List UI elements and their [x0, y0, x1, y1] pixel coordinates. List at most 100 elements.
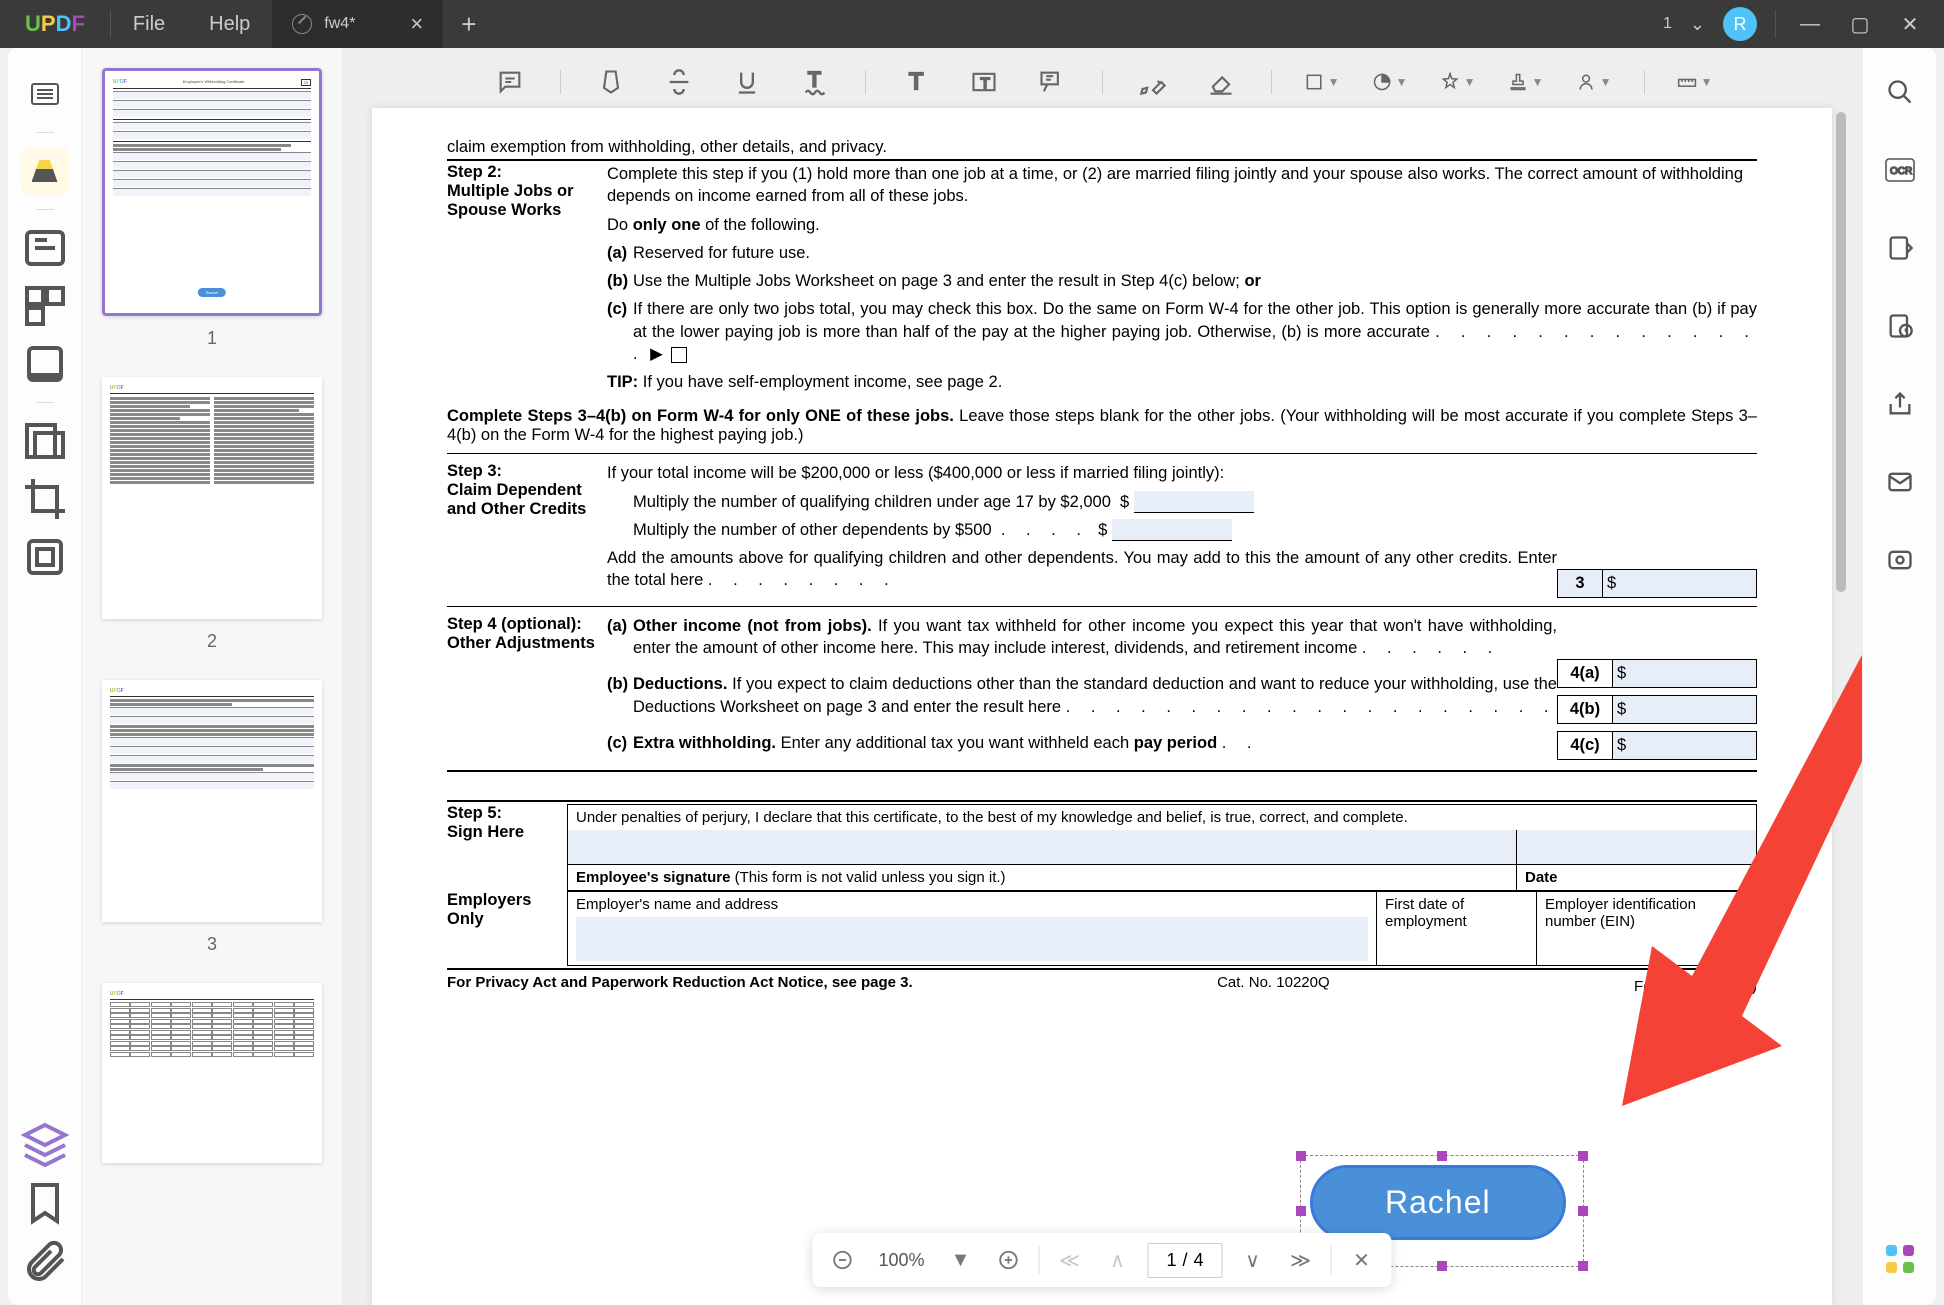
step3-title: Step 3: — [447, 462, 599, 481]
step3-amount2[interactable] — [1112, 519, 1232, 541]
organize-tool-icon[interactable] — [21, 282, 69, 330]
shape-tool-icon[interactable]: ▼ — [1304, 64, 1340, 100]
bookmark-icon[interactable] — [21, 1179, 69, 1227]
sticker-tool-icon[interactable]: ▼ — [1372, 64, 1408, 100]
page-view[interactable]: claim exemption from withholding, other … — [372, 108, 1832, 1305]
step4-b: (b)Deductions. If you expect to claim de… — [607, 673, 1557, 718]
box-4a-value[interactable]: $ — [1613, 659, 1757, 688]
protect-icon[interactable] — [1882, 308, 1918, 344]
step3-amount1[interactable] — [1134, 491, 1254, 513]
apps-icon[interactable] — [1882, 1241, 1918, 1277]
thumbnail-page-4[interactable]: UPDF — [102, 983, 322, 1163]
text-tool-icon[interactable]: T — [898, 64, 934, 100]
strikethrough-tool-icon[interactable] — [661, 64, 697, 100]
search-icon[interactable] — [1882, 74, 1918, 110]
convert-icon[interactable] — [1882, 230, 1918, 266]
resize-handle-mr[interactable] — [1578, 1206, 1588, 1216]
close-nav-button[interactable]: ✕ — [1344, 1242, 1380, 1278]
resize-handle-tl[interactable] — [1296, 1151, 1306, 1161]
zoom-out-button[interactable] — [824, 1242, 860, 1278]
step4-a: (a)Other income (not from jobs). If you … — [607, 615, 1557, 660]
stamp2-tool-icon[interactable]: ▼ — [1508, 64, 1544, 100]
resize-handle-ml[interactable] — [1296, 1206, 1306, 1216]
stamp-tool-icon[interactable]: ▼ — [1440, 64, 1476, 100]
redact-tool-icon[interactable] — [21, 417, 69, 465]
doc-scrollbar[interactable] — [1836, 112, 1846, 592]
help-menu[interactable]: Help — [187, 13, 272, 36]
highlighter-tool-icon[interactable] — [21, 147, 69, 195]
stamp-preview: Rachel — [198, 288, 226, 297]
thumbnail-page-2[interactable]: UPDF — [102, 377, 322, 619]
thumbnail-panel: UPDFEmployee's Withholding Certificate23… — [82, 48, 342, 1305]
ocr-icon[interactable]: OCR — [1882, 152, 1918, 188]
highlight-tool-icon[interactable] — [593, 64, 629, 100]
ein-label: Employer identification number (EIN) — [1537, 891, 1757, 965]
close-window-button[interactable]: ✕ — [1894, 12, 1926, 37]
tab-title: fw4* — [324, 15, 355, 33]
layers-icon[interactable] — [21, 1121, 69, 1169]
thumbnail-page-3[interactable]: UPDF — [102, 680, 322, 922]
comment-tool-icon[interactable] — [492, 64, 528, 100]
chevron-down-icon[interactable]: ⌄ — [1690, 14, 1705, 35]
squiggly-tool-icon[interactable]: T — [797, 64, 833, 100]
document-tab[interactable]: fw4* × — [272, 0, 443, 48]
box-4b-value[interactable]: $ — [1613, 695, 1757, 724]
zoom-dropdown-icon[interactable]: ▼ — [943, 1242, 979, 1278]
thumb-label-3: 3 — [102, 934, 322, 955]
resize-handle-bc[interactable] — [1437, 1261, 1447, 1271]
svg-text:OCR: OCR — [1890, 166, 1912, 177]
document-area: T T T ▼ ▼ ▼ ▼ ▼ ▼ claim exemption from w… — [342, 48, 1862, 1305]
underline-tool-icon[interactable] — [729, 64, 765, 100]
box-3-value[interactable]: $ — [1603, 569, 1757, 598]
last-page-button[interactable]: ≫ — [1283, 1242, 1319, 1278]
stamp-object[interactable]: Rachel — [1310, 1165, 1566, 1240]
right-sidebar: OCR — [1862, 48, 1936, 1305]
reader-tool-icon[interactable] — [21, 70, 69, 118]
page-badge[interactable]: 1 — [1663, 15, 1672, 33]
step2c-checkbox[interactable] — [671, 347, 687, 363]
resize-handle-tr[interactable] — [1578, 1151, 1588, 1161]
box-4c-value[interactable]: $ — [1613, 731, 1757, 760]
signature-tool-icon[interactable]: ▼ — [1576, 64, 1612, 100]
thumb-label-1: 1 — [102, 328, 322, 349]
fill-tool-icon[interactable] — [21, 340, 69, 388]
attachment-icon[interactable] — [21, 1237, 69, 1285]
svg-text:T: T — [980, 75, 989, 92]
save-icon[interactable] — [1882, 542, 1918, 578]
crop-tool-icon[interactable] — [21, 475, 69, 523]
step3-sub: Claim Dependent and Other Credits — [447, 481, 599, 519]
first-date-label: First date of employment — [1377, 891, 1537, 965]
titlebar: UPDF File Help fw4* × + 1 ⌄ R — ▢ ✕ — [0, 0, 1944, 48]
signature-field[interactable] — [568, 830, 1517, 864]
callout-tool-icon[interactable] — [1034, 64, 1070, 100]
share-icon[interactable] — [1882, 386, 1918, 422]
thumbnail-page-1[interactable]: UPDFEmployee's Withholding Certificate23… — [102, 68, 322, 316]
app-logo: UPDF — [0, 11, 110, 37]
eraser-tool-icon[interactable] — [1203, 64, 1239, 100]
add-tab-button[interactable]: + — [461, 9, 476, 40]
textbox-tool-icon[interactable]: T — [966, 64, 1002, 100]
edit-tool-icon[interactable] — [21, 224, 69, 272]
resize-handle-br[interactable] — [1578, 1261, 1588, 1271]
resize-handle-tc[interactable] — [1437, 1151, 1447, 1161]
minimize-button[interactable]: — — [1794, 13, 1826, 36]
close-tab-icon[interactable]: × — [410, 11, 423, 37]
compress-tool-icon[interactable] — [21, 533, 69, 581]
file-menu[interactable]: File — [111, 13, 187, 36]
step2-c: (c)If there are only two jobs total, you… — [607, 298, 1757, 365]
email-icon[interactable] — [1882, 464, 1918, 500]
date-field[interactable] — [1517, 830, 1757, 864]
next-page-button[interactable]: ∨ — [1235, 1242, 1271, 1278]
maximize-button[interactable]: ▢ — [1844, 12, 1876, 37]
page-indicator-box[interactable]: 1 / 4 — [1148, 1243, 1223, 1278]
zoom-in-button[interactable] — [991, 1242, 1027, 1278]
emp-name-field[interactable] — [576, 917, 1368, 961]
first-page-button[interactable]: ≪ — [1052, 1242, 1088, 1278]
page-nav-bar: 100% ▼ ≪ ∧ 1 / 4 ∨ ≫ ✕ — [812, 1233, 1391, 1287]
user-avatar[interactable]: R — [1723, 7, 1757, 41]
prev-page-button[interactable]: ∧ — [1100, 1242, 1136, 1278]
pencil-tool-icon[interactable] — [1135, 64, 1171, 100]
doc-text: claim exemption from withholding, other … — [447, 138, 1757, 157]
step3-m2: Multiply the number of other dependents … — [607, 519, 1557, 541]
ruler-tool-icon[interactable]: ▼ — [1677, 64, 1713, 100]
